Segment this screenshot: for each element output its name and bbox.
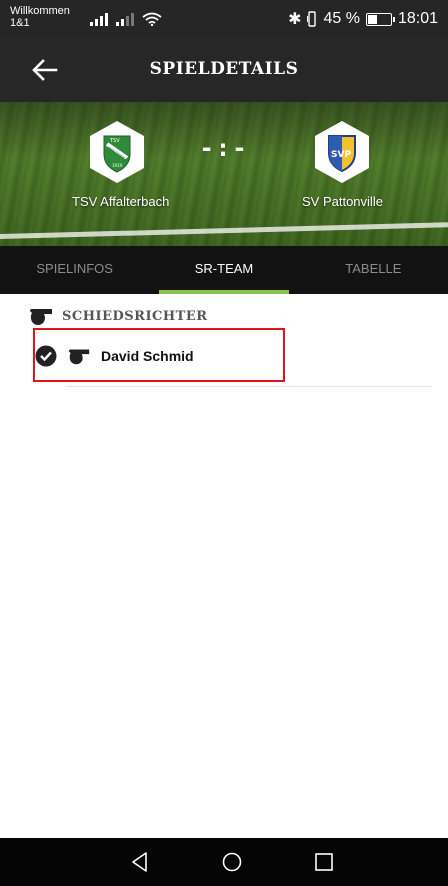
tab-spielinfos[interactable]: SPIELINFOS (0, 246, 149, 294)
away-team-logo: SVP (315, 121, 369, 183)
referee-name: David Schmid (101, 348, 194, 364)
status-time: 18:01 (397, 10, 438, 27)
referee-list-item[interactable]: David Schmid (35, 345, 194, 367)
home-team-name: TSV Affalterbach (72, 194, 170, 209)
triangle-back-icon[interactable] (128, 850, 152, 874)
battery-percent: 45 % (323, 10, 360, 27)
battery-fill (367, 14, 377, 24)
vibrate-icon (307, 11, 317, 27)
system-nav-bar (0, 838, 448, 886)
app-bar: SPIELDETAILS (0, 38, 448, 102)
wifi-icon (142, 12, 162, 26)
tab-tabelle[interactable]: TABELLE (299, 246, 448, 294)
check-circle-icon (35, 345, 57, 367)
carrier-line-1: Willkommen (10, 5, 70, 17)
home-badge-text-3: 1919 (112, 163, 123, 168)
tab-sr-team[interactable]: SR-TEAM (149, 246, 298, 294)
referees-section-header: SCHIEDSRICHTER (28, 307, 208, 325)
whistle-icon (30, 309, 52, 325)
signal-strength-2-icon (116, 12, 134, 26)
status-right: ✱ 45 % 18:01 (288, 9, 438, 29)
carrier-line-2: 1&1 (10, 17, 30, 29)
carrier-label: Willkommen 1&1 (10, 5, 70, 29)
away-team-name: SV Pattonville (302, 194, 383, 209)
battery-icon (365, 12, 395, 26)
match-header: TSV AFFALTERBACH 1919 TSV Affalterbach -… (0, 102, 448, 246)
bluetooth-icon: ✱ (288, 11, 302, 28)
whistle-icon (68, 349, 90, 365)
signal-indicators (90, 12, 162, 26)
circle-home-icon[interactable] (220, 850, 244, 874)
match-score: -:- (199, 134, 249, 162)
away-badge-text: SVP (331, 150, 351, 160)
section-title: SCHIEDSRICHTER (62, 308, 208, 324)
square-recent-icon[interactable] (312, 850, 336, 874)
signal-strength-icon (90, 12, 108, 26)
divider (66, 386, 432, 387)
pitch-line (0, 221, 448, 240)
tab-bar: SPIELINFOS SR-TEAM TABELLE (0, 246, 448, 294)
page-title: SPIELDETAILS (149, 59, 299, 79)
status-bar: Willkommen 1&1 ✱ 45 % 18:01 (0, 0, 448, 38)
